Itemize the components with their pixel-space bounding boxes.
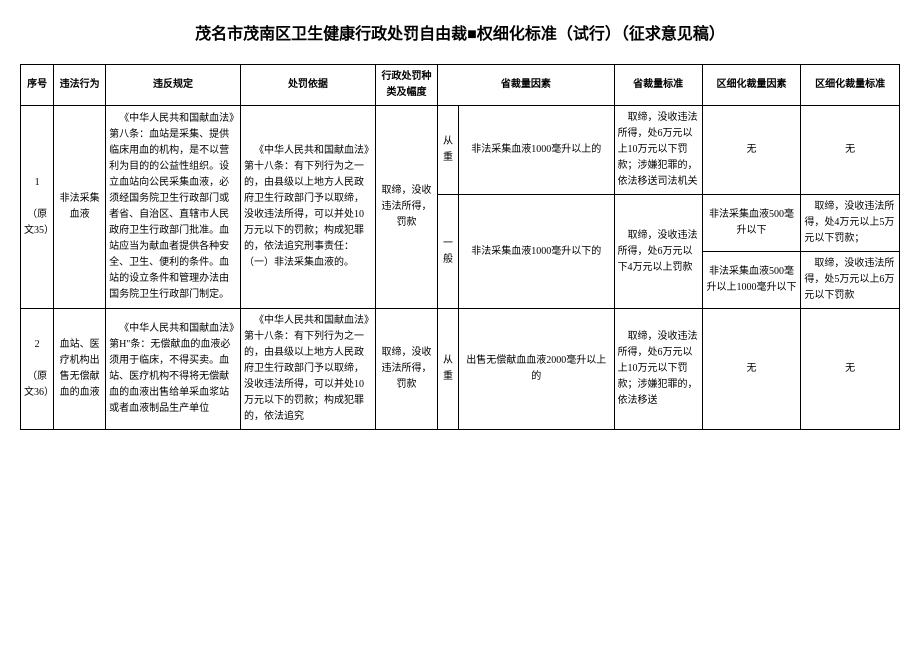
- cell-type: 取缔，没收违法所得，罚款: [375, 106, 437, 309]
- cell-rule: 《中华人民共和国献血法》第八条：血站是采集、提供临床用血的机构，是不以营利为目的…: [106, 106, 241, 309]
- cell-standard: 取缔，没收违法所得，处6万元以上10万元以下罚款；涉嫌犯罪的，依法移送司法机关: [614, 106, 702, 195]
- header-factor: 省裁量因素: [438, 65, 614, 106]
- cell-detail-std: 无: [801, 106, 900, 195]
- table-row: 1 （原文35） 非法采集血液 《中华人民共和国献血法》第八条：血站是采集、提供…: [21, 106, 900, 195]
- cell-basis: 《中华人民共和国献血法》第十八条：有下列行为之一的，由县级以上地方人民政府卫生行…: [240, 106, 375, 309]
- cell-seq: 2 （原文36）: [21, 309, 54, 430]
- page-title: 茂名市茂南区卫生健康行政处罚自由裁■权细化标准（试行）（征求意见稿）: [20, 20, 900, 44]
- header-detail-std: 区细化裁量标准: [801, 65, 900, 106]
- header-basis: 处罚依据: [240, 65, 375, 106]
- cell-standard: 取缔，没收违法所得，处6万元以上10万元以下罚款；涉嫌犯罪的，依法移送: [614, 309, 702, 430]
- cell-level: 一般: [438, 195, 459, 309]
- header-rule: 违反规定: [106, 65, 241, 106]
- cell-standard: 取缔，没收违法所得，处6万元以下4万元以上罚款: [614, 195, 702, 309]
- cell-detail-std: 无: [801, 309, 900, 430]
- cell-factor: 非法采集血液1000毫升以下的: [458, 195, 614, 309]
- seq-num: 2: [24, 337, 50, 353]
- cell-detail-factor: 无: [702, 309, 801, 430]
- header-seq: 序号: [21, 65, 54, 106]
- cell-level: 从重: [438, 106, 459, 195]
- cell-factor: 非法采集血液1000毫升以上的: [458, 106, 614, 195]
- seq-ref: （原文36）: [24, 369, 50, 401]
- seq-ref: （原文35）: [24, 207, 50, 239]
- seq-num: 1: [24, 175, 50, 191]
- cell-detail-factor: 非法采集血液500毫升以上1000毫升以下: [702, 252, 801, 309]
- cell-rule: 《中华人民共和国献血法》第H"条：无偿献血的血液必须用于临床，不得买卖。血站、医…: [106, 309, 241, 430]
- header-act: 违法行为: [54, 65, 106, 106]
- cell-seq: 1 （原文35）: [21, 106, 54, 309]
- cell-level: 从重: [438, 309, 459, 430]
- header-detail-factor: 区细化裁量因素: [702, 65, 801, 106]
- header-standard: 省裁量标准: [614, 65, 702, 106]
- cell-act: 血站、医疗机构出售无偿献血的血液: [54, 309, 106, 430]
- header-row: 序号 违法行为 违反规定 处罚依据 行政处罚种类及幅度 省裁量因素 省裁量标准 …: [21, 65, 900, 106]
- main-table: 序号 违法行为 违反规定 处罚依据 行政处罚种类及幅度 省裁量因素 省裁量标准 …: [20, 64, 900, 430]
- cell-detail-std: 取缔，没收违法所得，处5万元以上6万元以下罚款: [801, 252, 900, 309]
- cell-basis: 《中华人民共和国献血法》第十八条：有下列行为之一的，由县级以上地方人民政府卫生行…: [240, 309, 375, 430]
- table-row: 2 （原文36） 血站、医疗机构出售无偿献血的血液 《中华人民共和国献血法》第H…: [21, 309, 900, 430]
- cell-factor: 出售无偿献血血液2000毫升以上的: [458, 309, 614, 430]
- cell-detail-factor: 非法采集血液500毫升以下: [702, 195, 801, 252]
- cell-detail-factor: 无: [702, 106, 801, 195]
- header-type: 行政处罚种类及幅度: [375, 65, 437, 106]
- cell-act: 非法采集血液: [54, 106, 106, 309]
- cell-type: 取缔，没收违法所得，罚款: [375, 309, 437, 430]
- cell-detail-std: 取缔，没收违法所得，处4万元以上5万元以下罚款；: [801, 195, 900, 252]
